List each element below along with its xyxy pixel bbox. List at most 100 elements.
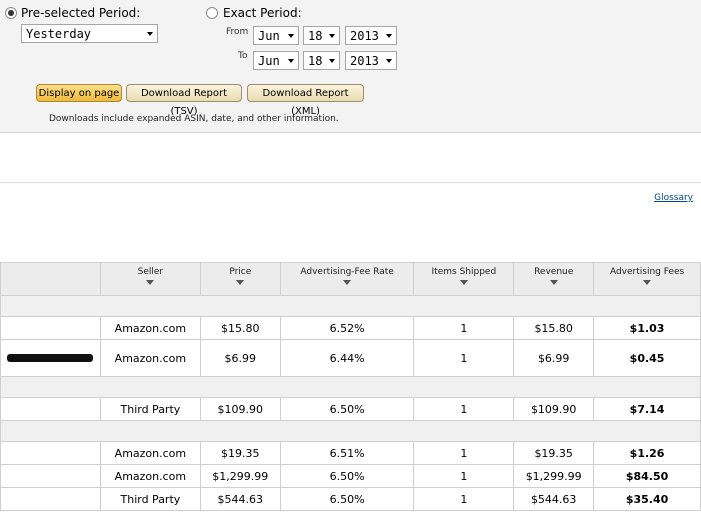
- fee-rate-cell: 6.50%: [279, 487, 415, 511]
- to-month-value: Jun: [258, 54, 280, 68]
- from-year-value: 2013: [350, 29, 379, 43]
- revenue-cell: $544.63: [513, 487, 595, 511]
- advertising-fees-cell: $1.26: [593, 441, 701, 465]
- chevron-down-icon: [386, 34, 392, 38]
- fee-rate-cell: 6.51%: [279, 441, 415, 465]
- from-month-select[interactable]: Jun: [253, 26, 299, 45]
- to-day-value: 18: [308, 54, 323, 68]
- earnings-table: Seller Price Advertising-Fee Rate Items …: [0, 262, 701, 511]
- header-items-shipped[interactable]: Items Shipped: [413, 262, 515, 296]
- download-tsv-button[interactable]: Download Report (TSV): [126, 84, 242, 117]
- items-shipped-cell: 1: [413, 487, 515, 511]
- table-row: Amazon.com $15.80 6.52% 1 $15.80 $1.03: [0, 316, 701, 340]
- advertising-fees-cell: $1.03: [593, 316, 701, 340]
- advertising-fees-cell: $7.14: [593, 397, 701, 421]
- header-price[interactable]: Price: [199, 262, 281, 296]
- exact-period-radio[interactable]: [206, 7, 218, 19]
- header-seller[interactable]: Seller: [99, 262, 201, 296]
- header-label: Revenue: [534, 267, 574, 277]
- items-shipped-cell: 1: [413, 464, 515, 488]
- divider: [0, 182, 701, 183]
- header-fee-rate[interactable]: Advertising-Fee Rate: [279, 262, 415, 296]
- to-day-select[interactable]: 18: [303, 51, 340, 70]
- advertising-fees-cell: $84.50: [593, 464, 701, 488]
- from-label: From: [226, 27, 249, 37]
- redacted-item-link[interactable]: [7, 353, 94, 362]
- chevron-down-icon: [386, 59, 392, 63]
- header-advertising-fees[interactable]: Advertising Fees: [593, 262, 701, 296]
- chevron-down-icon: [288, 59, 294, 63]
- to-month-select[interactable]: Jun: [253, 51, 299, 70]
- item-cell: [0, 397, 101, 421]
- sort-arrow-icon[interactable]: [459, 280, 468, 285]
- price-cell: $19.35: [199, 441, 281, 465]
- download-note: Downloads include expanded ASIN, date, a…: [49, 114, 339, 124]
- report-options-panel: Pre-selected Period: Yesterday Exact Per…: [0, 0, 701, 133]
- price-cell: $6.99: [199, 339, 281, 377]
- exact-period-label: Exact Period:: [223, 6, 302, 20]
- display-on-page-button[interactable]: Display on page: [36, 84, 122, 102]
- sort-arrow-icon[interactable]: [643, 280, 652, 285]
- chevron-down-icon: [147, 32, 153, 36]
- to-label: To: [238, 51, 248, 61]
- header-label: Advertising Fees: [609, 267, 685, 277]
- sort-arrow-icon[interactable]: [343, 280, 352, 285]
- chevron-down-icon: [329, 34, 335, 38]
- from-month-value: Jun: [258, 29, 280, 43]
- item-cell: [0, 487, 101, 511]
- items-shipped-cell: 1: [413, 441, 515, 465]
- to-year-value: 2013: [350, 54, 379, 68]
- items-shipped-cell: 1: [413, 339, 515, 377]
- revenue-cell: $15.80: [513, 316, 595, 340]
- advertising-fees-cell: $35.40: [593, 487, 701, 511]
- sort-arrow-icon[interactable]: [236, 280, 245, 285]
- from-day-value: 18: [308, 29, 323, 43]
- table-header-row: Seller Price Advertising-Fee Rate Items …: [0, 262, 701, 296]
- price-cell: $544.63: [199, 487, 281, 511]
- group-row: [0, 376, 701, 398]
- download-xml-button[interactable]: Download Report (XML): [247, 84, 364, 117]
- preselected-period-radio[interactable]: [5, 7, 17, 19]
- seller-cell: Amazon.com: [99, 316, 201, 340]
- item-cell: [0, 441, 101, 465]
- table-row: Amazon.com $6.99 6.44% 1 $6.99 $0.45: [0, 339, 701, 377]
- chevron-down-icon: [288, 34, 294, 38]
- sort-arrow-icon[interactable]: [549, 280, 558, 285]
- price-cell: $1,299.99: [199, 464, 281, 488]
- seller-cell: Amazon.com: [99, 441, 201, 465]
- price-cell: $109.90: [199, 397, 281, 421]
- seller-cell: Third Party: [99, 487, 201, 511]
- preselected-period-select[interactable]: Yesterday: [21, 24, 158, 43]
- advertising-fees-cell: $0.45: [593, 339, 701, 377]
- item-cell: [0, 316, 101, 340]
- price-cell: $15.80: [199, 316, 281, 340]
- item-cell: [0, 464, 101, 488]
- glossary-link[interactable]: Glossary: [654, 193, 693, 203]
- sort-arrow-icon[interactable]: [146, 280, 155, 285]
- from-day-select[interactable]: 18: [303, 26, 340, 45]
- header-label: Price: [229, 267, 252, 277]
- table-row: Amazon.com $19.35 6.51% 1 $19.35 $1.26: [0, 441, 701, 465]
- to-year-select[interactable]: 2013: [345, 51, 397, 70]
- seller-cell: Amazon.com: [99, 464, 201, 488]
- chevron-down-icon: [329, 59, 335, 63]
- item-cell: [0, 339, 101, 377]
- table-row: Third Party $544.63 6.50% 1 $544.63 $35.…: [0, 487, 701, 511]
- revenue-cell: $19.35: [513, 441, 595, 465]
- revenue-cell: $6.99: [513, 339, 595, 377]
- items-shipped-cell: 1: [413, 397, 515, 421]
- fee-rate-cell: 6.50%: [279, 397, 415, 421]
- preselected-period-label: Pre-selected Period:: [21, 6, 141, 20]
- revenue-cell: $1,299.99: [513, 464, 595, 488]
- items-shipped-cell: 1: [413, 316, 515, 340]
- preselected-period-value: Yesterday: [26, 27, 92, 41]
- header-item: [0, 262, 101, 296]
- header-label: Seller: [137, 267, 164, 277]
- from-year-select[interactable]: 2013: [345, 26, 397, 45]
- header-label: Advertising-Fee Rate: [300, 267, 394, 277]
- seller-cell: Amazon.com: [99, 339, 201, 377]
- table-row: Third Party $109.90 6.50% 1 $109.90 $7.1…: [0, 397, 701, 421]
- header-revenue[interactable]: Revenue: [513, 262, 595, 296]
- fee-rate-cell: 6.50%: [279, 464, 415, 488]
- group-row: [0, 295, 701, 317]
